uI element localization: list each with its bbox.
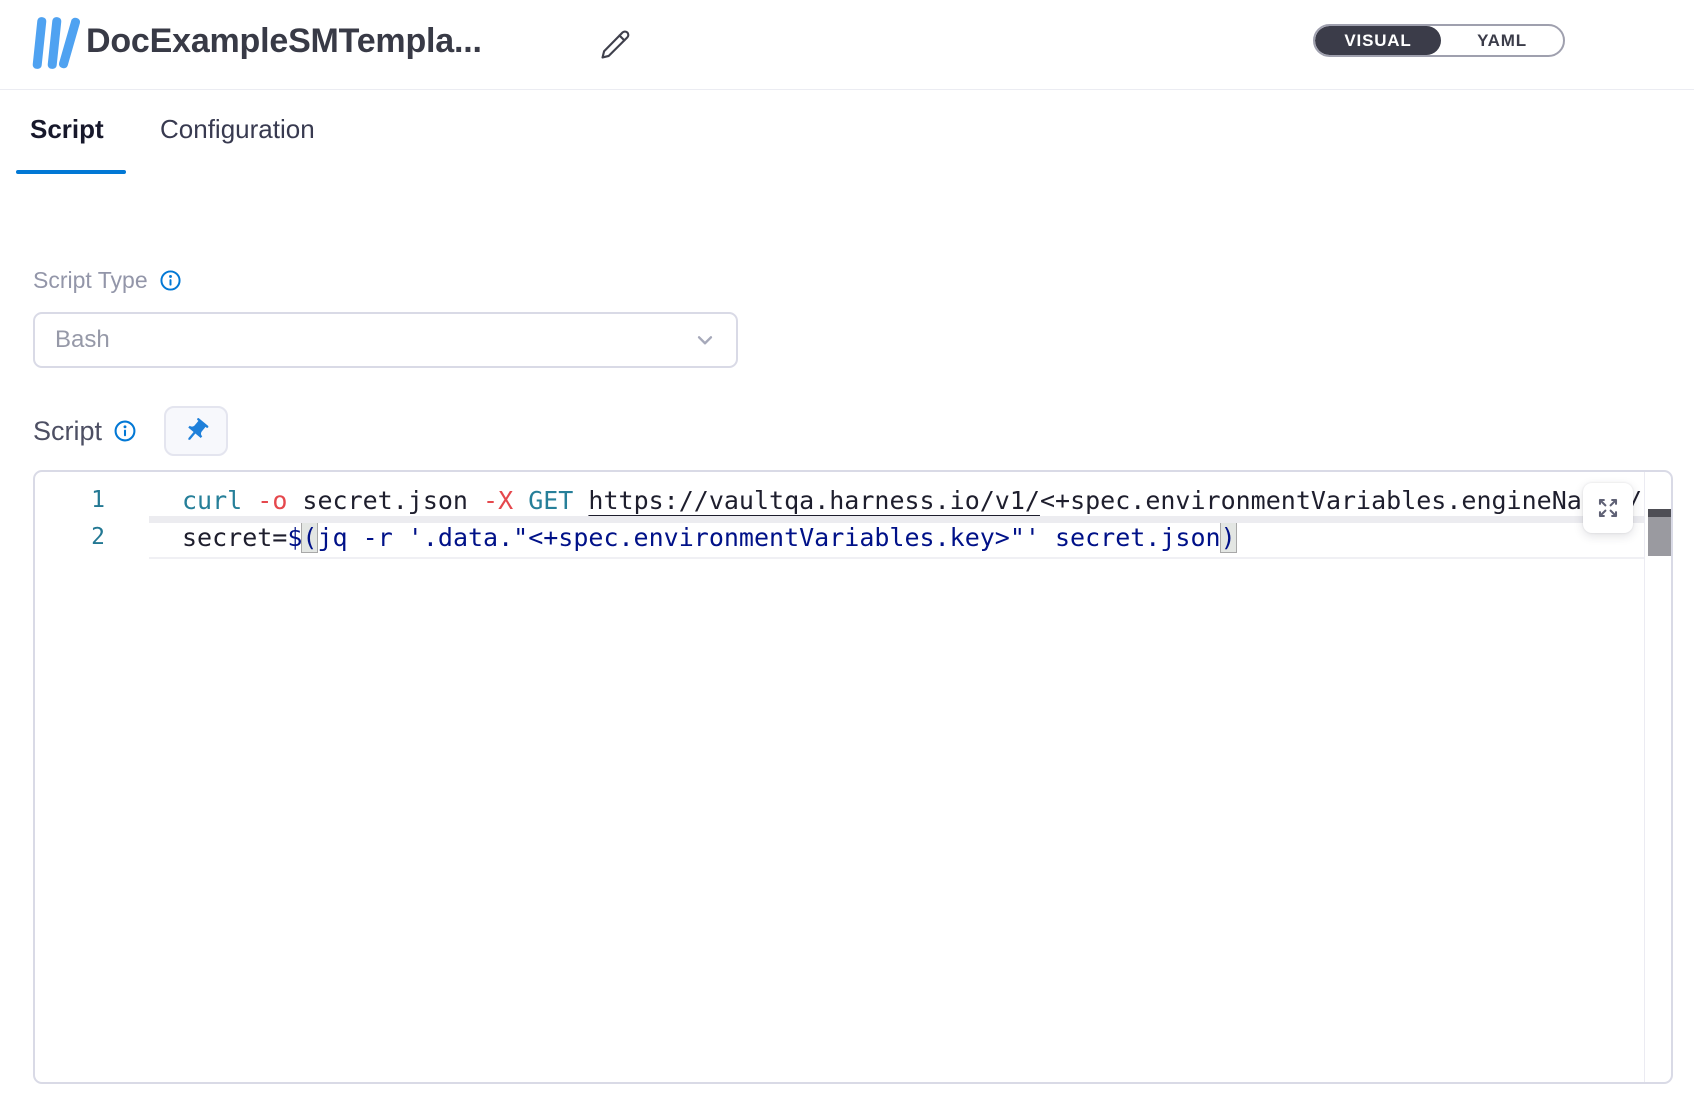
script-label: Script bbox=[33, 416, 102, 447]
code-segment: ) bbox=[1221, 523, 1236, 552]
harness-template-library-icon bbox=[33, 15, 85, 71]
tab-script[interactable]: Script bbox=[30, 114, 104, 145]
code-segment: <+spec.environmentVariables.engineName>/ bbox=[1040, 486, 1642, 515]
current-line-border bbox=[149, 557, 1644, 559]
vertical-scrollbar-thumb-cap bbox=[1648, 509, 1672, 517]
visual-yaml-toggle: VISUAL YAML bbox=[1313, 24, 1565, 57]
code-segment: -o bbox=[257, 486, 302, 515]
active-tab-underline bbox=[16, 170, 126, 174]
code-segment: -X bbox=[483, 486, 528, 515]
code-line[interactable]: curl -o secret.json -X GET https://vault… bbox=[182, 482, 1644, 519]
template-editor-page: DocExampleSMTempla... VISUAL YAML Script… bbox=[0, 0, 1694, 1096]
code-line[interactable]: secret=$(jq -r '.data."<+spec.environmen… bbox=[182, 519, 1644, 556]
page-title: DocExampleSMTempla... bbox=[86, 22, 482, 61]
line-number: 1 bbox=[35, 482, 105, 519]
code-segment: secret.json bbox=[302, 486, 483, 515]
script-type-select[interactable]: Bash bbox=[33, 312, 738, 368]
toggle-visual[interactable]: VISUAL bbox=[1315, 26, 1441, 55]
tab-configuration[interactable]: Configuration bbox=[160, 114, 315, 145]
line-number-gutter: 12 bbox=[35, 482, 105, 556]
script-code-editor[interactable]: 12 curl -o secret.json -X GET https://va… bbox=[33, 470, 1673, 1084]
line-number: 2 bbox=[35, 519, 105, 556]
info-icon[interactable] bbox=[112, 418, 138, 444]
code-segment: secret= bbox=[182, 523, 287, 552]
toggle-yaml[interactable]: YAML bbox=[1441, 26, 1563, 55]
script-type-value: Bash bbox=[55, 326, 692, 354]
code-segment: GET bbox=[528, 486, 588, 515]
chevron-down-icon bbox=[692, 327, 718, 353]
pin-script-button[interactable] bbox=[164, 406, 228, 456]
pencil-icon bbox=[598, 28, 632, 62]
scrollbar-gutter-divider bbox=[1644, 472, 1645, 1082]
horizontal-scrollbar[interactable] bbox=[149, 516, 1644, 523]
code-segment: jq -r '.data."<+spec.environmentVariable… bbox=[317, 523, 1220, 552]
code-segment: ( bbox=[302, 523, 317, 552]
header-divider bbox=[0, 89, 1694, 90]
expand-fullscreen-icon bbox=[1595, 495, 1621, 521]
script-type-label: Script Type bbox=[33, 267, 148, 294]
code-segment: curl bbox=[182, 486, 257, 515]
expand-editor-button[interactable] bbox=[1583, 483, 1633, 533]
code-segment: $ bbox=[287, 523, 302, 552]
code-segment: https://vaultqa.harness.io/v1/ bbox=[588, 486, 1040, 515]
edit-title-button[interactable] bbox=[596, 26, 634, 64]
pushpin-icon bbox=[182, 417, 210, 445]
info-icon[interactable] bbox=[158, 268, 183, 293]
